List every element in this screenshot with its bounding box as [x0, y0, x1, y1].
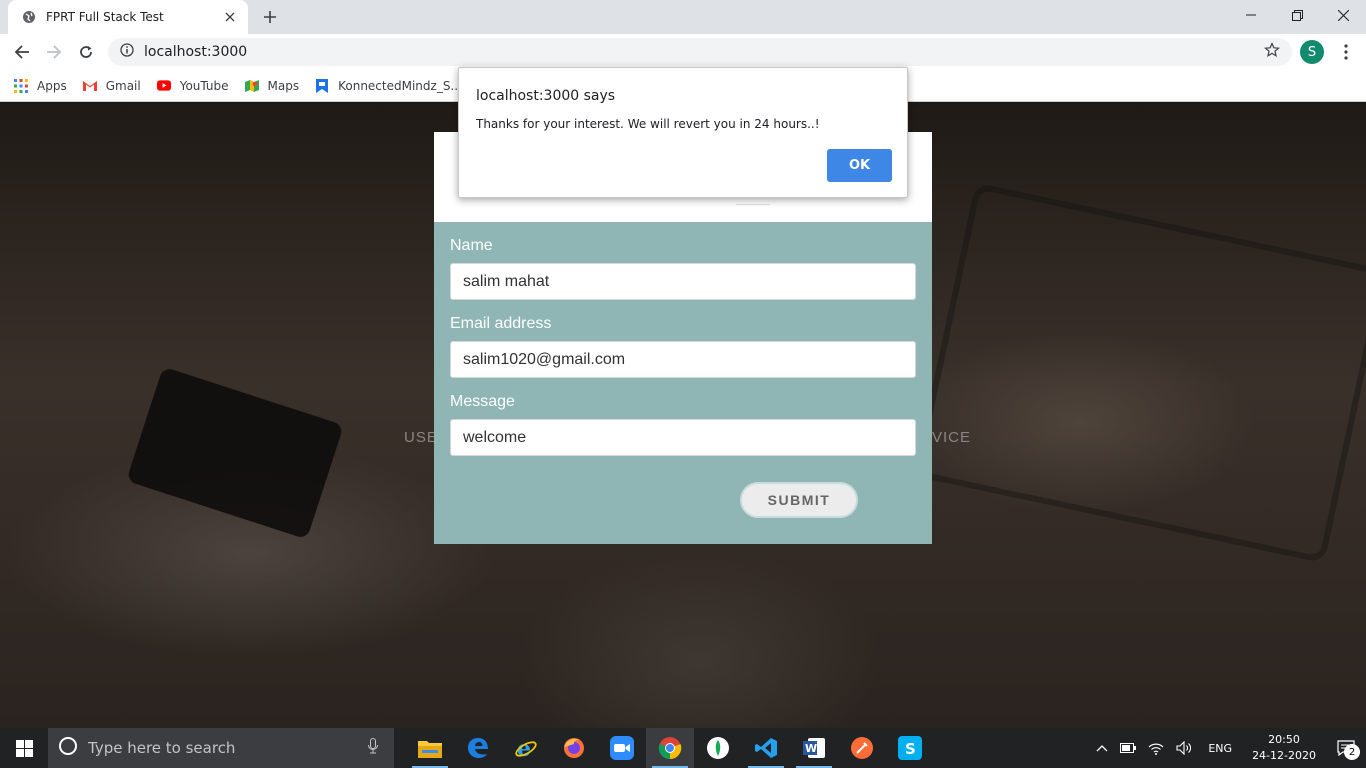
close-window-button[interactable]	[1320, 0, 1366, 30]
start-button[interactable]	[0, 728, 48, 768]
windows-logo-icon	[15, 739, 33, 757]
site-info-icon[interactable]	[120, 42, 134, 62]
alert-ok-button[interactable]: OK	[827, 149, 892, 182]
chevron-up-icon[interactable]	[1090, 744, 1114, 752]
clock-date: 24-12-2020	[1252, 749, 1316, 762]
contact-form: Name salim mahat Email address salim1020…	[434, 222, 932, 544]
gmail-icon	[82, 79, 97, 93]
language-indicator[interactable]: ENG	[1198, 742, 1242, 755]
youtube-icon	[156, 79, 171, 93]
system-tray: ENG 20:50 24-12-2020 2	[1090, 728, 1366, 768]
edge-icon[interactable]	[454, 728, 502, 768]
back-arrow-icon	[14, 45, 29, 59]
bookmark-site-icon	[315, 78, 329, 93]
bookmark-label: YouTube	[179, 78, 229, 93]
minimize-button[interactable]	[1228, 0, 1274, 30]
alert-dialog: localhost:3000 says Thanks for your inte…	[458, 67, 908, 198]
hero-text-fragment: USE	[404, 429, 438, 446]
svg-text:W: W	[805, 742, 817, 755]
reload-icon	[80, 46, 92, 58]
apps-grid-icon	[14, 78, 28, 93]
close-tab-icon[interactable]	[222, 9, 238, 25]
email-label: Email address	[450, 315, 552, 332]
restore-button[interactable]	[1274, 0, 1320, 30]
bookmark-youtube[interactable]: YouTube	[156, 78, 229, 93]
background-phone-image	[126, 366, 344, 540]
name-label: Name	[450, 237, 493, 254]
maps-icon	[244, 79, 259, 93]
volume-icon[interactable]	[1170, 741, 1198, 755]
alert-title: localhost:3000 says	[476, 88, 616, 104]
menu-kebab-icon[interactable]	[1332, 38, 1360, 66]
vscode-icon[interactable]	[742, 728, 790, 768]
svg-text:S: S	[905, 740, 916, 758]
browser-tab[interactable]: FPRT Full Stack Test	[8, 0, 248, 34]
back-button[interactable]	[8, 38, 36, 66]
internet-explorer-icon[interactable]: e	[502, 728, 550, 768]
email-input[interactable]: salim1020@gmail.com	[450, 341, 916, 378]
taskbar-search-box[interactable]: Type here to search	[48, 728, 394, 768]
bookmark-maps[interactable]: Maps	[244, 78, 300, 93]
reload-button[interactable]	[72, 38, 100, 66]
notification-count-badge: 2	[1344, 744, 1360, 760]
chrome-icon[interactable]	[646, 728, 694, 768]
bookmark-apps[interactable]: Apps	[14, 78, 67, 93]
bookmark-label: KonnectedMindz_S...	[338, 78, 462, 93]
bookmark-konnectedmindz[interactable]: KonnectedMindz_S...	[315, 78, 462, 93]
browser-toolbar: localhost:3000 S	[0, 34, 1366, 70]
bookmark-label: Gmail	[105, 78, 141, 93]
bookmark-label: Maps	[267, 78, 300, 93]
profile-avatar[interactable]: S	[1300, 40, 1324, 64]
firefox-icon[interactable]	[550, 728, 598, 768]
cortana-circle-icon	[58, 736, 78, 761]
submit-button[interactable]: SUBMIT	[740, 482, 858, 518]
zoom-icon[interactable]	[598, 728, 646, 768]
url-text: localhost:3000	[144, 44, 248, 60]
microphone-icon[interactable]	[368, 737, 378, 759]
address-bar[interactable]: localhost:3000	[108, 38, 1292, 66]
clock[interactable]: 20:50 24-12-2020	[1242, 732, 1326, 764]
message-input[interactable]: welcome	[450, 419, 916, 456]
divider	[736, 204, 770, 205]
battery-icon[interactable]	[1114, 742, 1142, 754]
bookmark-gmail[interactable]: Gmail	[82, 78, 141, 93]
wifi-icon[interactable]	[1142, 741, 1170, 755]
clock-time: 20:50	[1268, 733, 1300, 746]
message-label: Message	[450, 393, 515, 410]
tab-strip: FPRT Full Stack Test	[0, 0, 1366, 34]
alert-message: Thanks for your interest. We will revert…	[476, 117, 820, 131]
windows-taskbar: Type here to search e W S ENG 20:50 24-1…	[0, 728, 1366, 768]
name-input[interactable]: salim mahat	[450, 263, 916, 300]
tab-title: FPRT Full Stack Test	[46, 10, 164, 24]
bookmark-star-icon[interactable]	[1264, 41, 1280, 63]
new-tab-button[interactable]	[258, 6, 282, 28]
action-center-button[interactable]: 2	[1326, 728, 1366, 768]
forward-button[interactable]	[40, 38, 68, 66]
background-tablet-image	[913, 182, 1366, 564]
hero-text-fragment: VICE	[932, 429, 972, 446]
taskbar-search-placeholder: Type here to search	[88, 739, 236, 757]
forward-arrow-icon	[47, 45, 62, 59]
postman-icon[interactable]	[838, 728, 886, 768]
skype-icon[interactable]: S	[886, 728, 934, 768]
bookmark-label: Apps	[37, 78, 67, 93]
mongodb-compass-icon[interactable]	[694, 728, 742, 768]
file-explorer-icon[interactable]	[406, 728, 454, 768]
word-icon[interactable]: W	[790, 728, 838, 768]
globe-icon	[22, 10, 36, 24]
